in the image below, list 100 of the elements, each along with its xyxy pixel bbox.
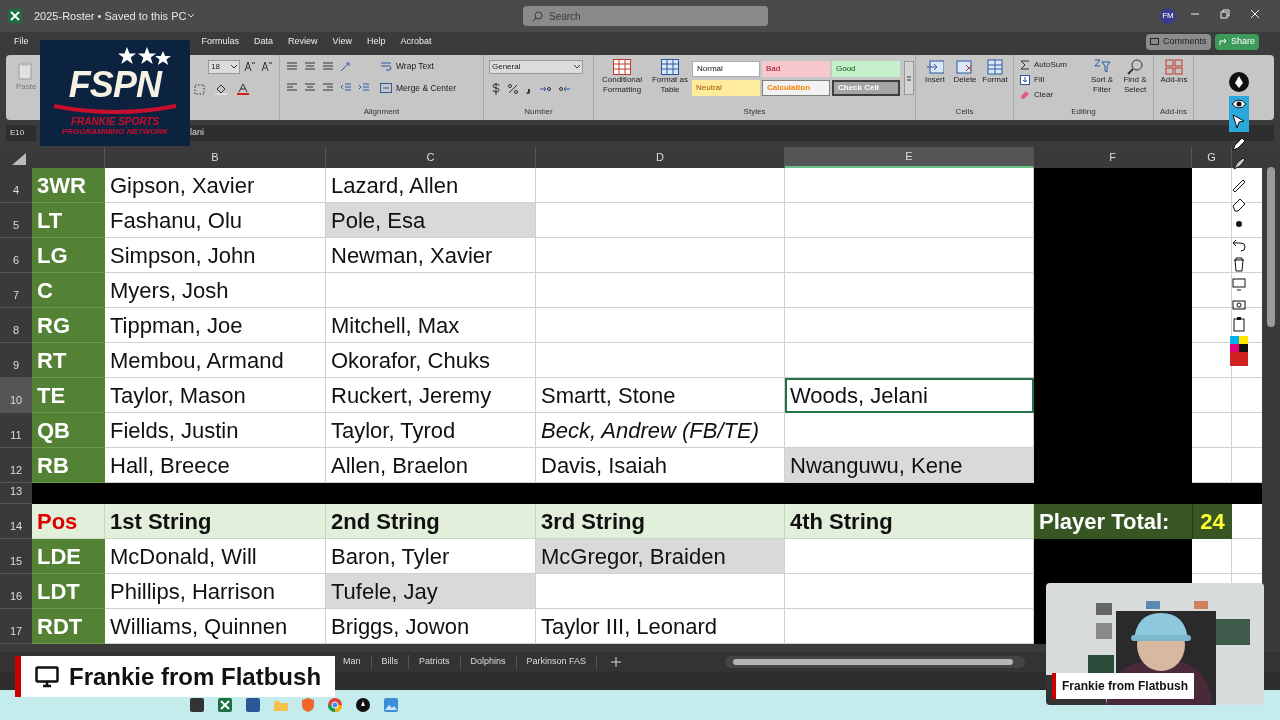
share-button[interactable]: Share — [1215, 34, 1260, 50]
menu-tab[interactable]: Review — [288, 35, 318, 49]
currency-icon[interactable] — [492, 83, 500, 95]
percent-icon[interactable] — [508, 84, 518, 94]
position-cell: LDE — [32, 539, 105, 574]
wrap-text-button[interactable]: Wrap Text — [380, 60, 434, 73]
position-cell: RT — [32, 343, 105, 378]
column-header[interactable]: E — [785, 147, 1034, 168]
formula-field[interactable]: lani — [188, 125, 1274, 141]
sort-filter-button[interactable]: Sort & Filter — [1086, 59, 1118, 95]
table-cell: Lazard, Allen — [326, 168, 536, 203]
sheet-tab[interactable]: Bills — [371, 655, 410, 669]
column-heading: 3rd String — [536, 504, 785, 539]
merge-center-button[interactable]: Merge & Center — [380, 82, 456, 95]
decrease-decimal-icon[interactable] — [559, 84, 571, 94]
font-color-icon[interactable] — [237, 83, 249, 95]
group-label: Cells — [954, 106, 975, 118]
table-cell: Gipson, Xavier — [105, 168, 326, 203]
find-select-button[interactable]: Find & Select — [1118, 59, 1152, 95]
cell-style-option[interactable]: Normal — [692, 61, 760, 77]
increase-indent-icon[interactable] — [358, 83, 370, 93]
menu-tab[interactable]: Data — [254, 35, 274, 49]
sheet-tab[interactable]: Dolphins — [460, 655, 517, 669]
menu-tab[interactable]: View — [332, 35, 352, 49]
table-cell: Mitchell, Max — [326, 308, 536, 343]
table-cell: Newman, Xavier — [326, 238, 536, 273]
format-button[interactable]: Format — [980, 59, 1010, 85]
insert-icon — [926, 59, 944, 75]
clear-icon — [1020, 90, 1030, 100]
add-ins-icon — [1165, 59, 1183, 75]
increase-decimal-icon[interactable] — [539, 84, 551, 94]
menu-tab[interactable]: Formulas — [201, 35, 240, 49]
eye-icon[interactable] — [1231, 98, 1247, 110]
grow-font-icon[interactable] — [244, 61, 255, 72]
clipboard-icon — [18, 61, 35, 81]
cell-style-option[interactable]: Bad — [762, 61, 830, 77]
autosum-button[interactable]: AutoSum — [1020, 59, 1067, 71]
photos-icon[interactable] — [384, 698, 398, 712]
add-ins-button[interactable]: Add-ins — [1155, 59, 1193, 85]
cell-style-option[interactable]: Good — [832, 61, 900, 77]
comments-button[interactable]: Comments — [1146, 34, 1211, 50]
logo-tagline: PROGRAMMING NETWORK — [61, 127, 169, 137]
sheet-tab[interactable]: Patriots — [409, 655, 461, 669]
format-icon — [986, 59, 1004, 75]
excel-icon[interactable] — [8, 9, 22, 23]
cursor-icon[interactable] — [1232, 114, 1246, 130]
table-cell: Nwanguwu, Kene — [785, 448, 1034, 483]
monitor-icon[interactable] — [1231, 276, 1247, 292]
fill-button[interactable]: Fill — [1020, 74, 1045, 86]
sheet-tab[interactable]: Parkinson FAS — [516, 655, 598, 669]
browser-icon[interactable] — [328, 698, 342, 712]
fill-icon — [1020, 75, 1030, 85]
color-palette-icon[interactable] — [1229, 336, 1249, 366]
excel-icon[interactable] — [218, 698, 232, 712]
document-title: 2025-Roster • Saved to this PC — [34, 8, 187, 24]
shrink-font-icon[interactable] — [261, 61, 272, 72]
table-cell: Taylor, Tyrod — [326, 413, 536, 448]
row-number[interactable]: 10 — [0, 378, 32, 413]
marker-icon[interactable] — [1231, 156, 1247, 172]
find-select-icon — [1126, 59, 1144, 75]
close-icon[interactable] — [1250, 9, 1260, 19]
chevron-down-icon — [231, 65, 237, 69]
table-cell: Tippman, Joe — [105, 308, 326, 343]
insert-button[interactable]: Insert — [920, 59, 950, 85]
fill-color-icon[interactable] — [215, 83, 227, 95]
eraser-icon[interactable] — [1231, 196, 1247, 212]
menu-tab[interactable]: Help — [366, 35, 386, 49]
shield-icon[interactable] — [302, 698, 314, 712]
number-format-dropdown[interactable]: General — [489, 60, 583, 74]
table-cell: Fields, Justin — [105, 413, 326, 448]
group-label: Alignment — [362, 106, 401, 118]
search-field[interactable]: Search — [523, 6, 768, 26]
font-size-field[interactable]: 18 — [208, 60, 240, 74]
trash-icon[interactable] — [1231, 256, 1247, 272]
group-label: Editing — [1070, 106, 1097, 118]
menu-tab[interactable]: Acrobat — [400, 35, 432, 49]
clipboard-icon[interactable] — [1231, 316, 1247, 332]
cell-style-option[interactable]: Neutral — [692, 80, 760, 96]
format-as-table-button[interactable]: Format as Table — [650, 59, 690, 95]
clear-button[interactable]: Clear — [1020, 89, 1054, 101]
more-styles-icon[interactable] — [904, 61, 914, 95]
name-box[interactable]: E10 — [6, 125, 36, 141]
avatar[interactable]: FM — [1160, 8, 1176, 24]
group-label: Add-ins — [1158, 106, 1189, 118]
position-cell: TE — [32, 378, 105, 413]
pen-icon[interactable] — [1231, 136, 1247, 152]
horizontal-scrollbar[interactable] — [725, 656, 1026, 668]
menu-tab[interactable]: File — [14, 35, 29, 49]
add-sheet-icon[interactable] — [611, 657, 622, 667]
conditional-formatting-button[interactable]: Conditional Formatting — [596, 59, 648, 95]
delete-button[interactable]: Delete — [950, 59, 980, 85]
monitor-icon — [35, 665, 59, 688]
pen-nib-icon[interactable] — [1229, 72, 1249, 92]
decrease-indent-icon[interactable] — [340, 83, 352, 93]
restore-icon[interactable] — [1220, 9, 1230, 19]
group-label: Number — [523, 106, 554, 118]
pen-nib-icon[interactable] — [356, 698, 370, 712]
table-cell: Baron, Tyler — [326, 539, 536, 574]
comment-icon — [1150, 38, 1159, 46]
position-cell: LT — [32, 203, 105, 238]
